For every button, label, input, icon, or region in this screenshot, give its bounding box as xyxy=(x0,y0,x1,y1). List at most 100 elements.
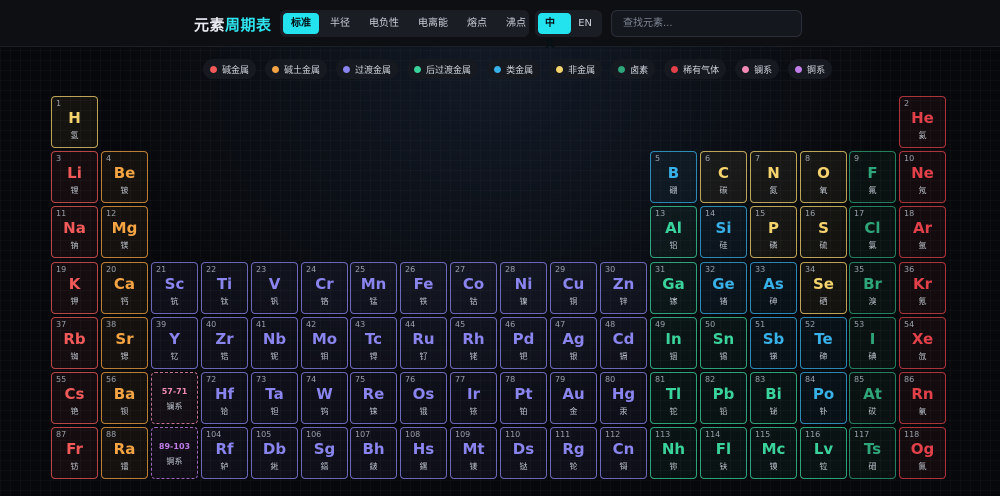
mode-button-melting-point[interactable]: 熔点 xyxy=(459,13,495,34)
element-cell-ir[interactable]: 77 Ir 铱 xyxy=(450,372,497,424)
element-cell-ra[interactable]: 88 Ra 镭 xyxy=(101,427,148,479)
element-cell-po[interactable]: 84 Po 钋 xyxy=(800,372,847,424)
element-cell-nb[interactable]: 41 Nb 铌 xyxy=(251,317,298,369)
element-cell-db[interactable]: 105 Db 𨧀 xyxy=(251,427,298,479)
lang-button-en[interactable]: EN xyxy=(571,13,599,34)
element-cell-sg[interactable]: 106 Sg 𨭎 xyxy=(301,427,348,479)
element-cell-c[interactable]: 6C碳 xyxy=(700,151,747,203)
element-cell-mn[interactable]: 25 Mn 锰 xyxy=(350,262,397,314)
element-cell-li[interactable]: 3 Li 锂 xyxy=(51,151,98,203)
element-cell-tc[interactable]: 43 Tc 锝 xyxy=(350,317,397,369)
element-cell-mc[interactable]: 115 Mc 镆 xyxy=(750,427,797,479)
legend-item-noble-gas[interactable]: 稀有气体 xyxy=(664,59,727,79)
element-cell-hf[interactable]: 72 Hf 铪 xyxy=(201,372,248,424)
element-cell-au[interactable]: 79 Au 金 xyxy=(550,372,597,424)
element-cell-cs[interactable]: 55 Cs 铯 xyxy=(51,372,98,424)
element-cell-as[interactable]: 33 As 砷 xyxy=(750,262,797,314)
element-cell-s[interactable]: 16 S 硫 xyxy=(800,206,847,258)
element-cell-cl[interactable]: 17 Cl 氯 xyxy=(849,206,896,258)
element-cell-sn[interactable]: 50 Sn 锡 xyxy=(700,317,747,369)
element-cell-mt[interactable]: 109 Mt 鿏 xyxy=(450,427,497,479)
element-cell-os[interactable]: 76 Os 锇 xyxy=(400,372,447,424)
element-cell-rf[interactable]: 104 Rf 轳 xyxy=(201,427,248,479)
element-cell-rn[interactable]: 86 Rn 氡 xyxy=(899,372,946,424)
legend-item-metalloid[interactable]: 类金属 xyxy=(487,59,541,79)
element-cell-y[interactable]: 39 Y 钇 xyxy=(151,317,198,369)
element-cell-ne[interactable]: 10 Ne 氖 xyxy=(899,151,946,203)
element-cell-cd[interactable]: 48 Cd 镉 xyxy=(600,317,647,369)
series-placeholder-lanthanide[interactable]: 57-71 镧系 xyxy=(151,372,198,424)
element-cell-ca[interactable]: 20 Ca 钙 xyxy=(101,262,148,314)
legend-item-transition-metal[interactable]: 过渡金属 xyxy=(336,59,399,79)
element-cell-kr[interactable]: 36 Kr 氪 xyxy=(899,262,946,314)
element-cell-og[interactable]: 118 Og 鿫 xyxy=(899,427,946,479)
element-cell-zn[interactable]: 30 Zn 锌 xyxy=(600,262,647,314)
element-cell-ga[interactable]: 31 Ga 镓 xyxy=(650,262,697,314)
element-cell-in[interactable]: 49 In 铟 xyxy=(650,317,697,369)
element-cell-lv[interactable]: 116 Lv 𫟷 xyxy=(800,427,847,479)
element-cell-nh[interactable]: 113 Nh 鿭 xyxy=(650,427,697,479)
mode-button-ionization-energy[interactable]: 电离能 xyxy=(410,13,456,34)
element-cell-si[interactable]: 14 Si 硅 xyxy=(700,206,747,258)
element-cell-ti[interactable]: 22 Ti 钛 xyxy=(201,262,248,314)
element-search-input[interactable] xyxy=(611,10,802,37)
element-cell-f[interactable]: 9F氟 xyxy=(849,151,896,203)
element-cell-cn[interactable]: 112 Cn 鿔 xyxy=(600,427,647,479)
element-cell-mg[interactable]: 12 Mg 镁 xyxy=(101,206,148,258)
mode-button-standard[interactable]: 标准 xyxy=(283,13,319,34)
element-cell-ni[interactable]: 28 Ni 镍 xyxy=(500,262,547,314)
element-cell-hg[interactable]: 80 Hg 汞 xyxy=(600,372,647,424)
element-cell-he[interactable]: 2 He 氦 xyxy=(899,96,946,148)
element-cell-al[interactable]: 13 Al 铝 xyxy=(650,206,697,258)
legend-item-halogen[interactable]: 卤素 xyxy=(611,59,656,79)
element-cell-sr[interactable]: 38 Sr 锶 xyxy=(101,317,148,369)
element-cell-se[interactable]: 34 Se 硒 xyxy=(800,262,847,314)
element-cell-ar[interactable]: 18 Ar 氩 xyxy=(899,206,946,258)
element-cell-mo[interactable]: 42 Mo 钼 xyxy=(301,317,348,369)
element-cell-pt[interactable]: 78 Pt 铂 xyxy=(500,372,547,424)
element-cell-w[interactable]: 74 W 钨 xyxy=(301,372,348,424)
element-cell-sc[interactable]: 21 Sc 钪 xyxy=(151,262,198,314)
element-cell-hs[interactable]: 108 Hs 𨭆 xyxy=(400,427,447,479)
element-cell-rh[interactable]: 45 Rh 铑 xyxy=(450,317,497,369)
legend-item-alkaline-earth[interactable]: 碱土金属 xyxy=(265,59,328,79)
series-placeholder-actinide[interactable]: 89-103 锕系 xyxy=(151,427,198,479)
element-cell-zr[interactable]: 40 Zr 锆 xyxy=(201,317,248,369)
element-cell-h[interactable]: 1H氢 xyxy=(51,96,98,148)
element-cell-co[interactable]: 27 Co 钴 xyxy=(450,262,497,314)
element-cell-n[interactable]: 7N氮 xyxy=(750,151,797,203)
element-cell-ag[interactable]: 47 Ag 银 xyxy=(550,317,597,369)
element-cell-pd[interactable]: 46 Pd 钯 xyxy=(500,317,547,369)
element-cell-p[interactable]: 15 P 磷 xyxy=(750,206,797,258)
legend-item-lanthanide[interactable]: 镧系 xyxy=(735,59,780,79)
mode-button-electronegativity[interactable]: 电负性 xyxy=(361,13,407,34)
mode-button-boiling-point[interactable]: 沸点 xyxy=(498,13,534,34)
element-cell-cu[interactable]: 29 Cu 铜 xyxy=(550,262,597,314)
element-cell-ta[interactable]: 73 Ta 钽 xyxy=(251,372,298,424)
element-cell-ds[interactable]: 110 Ds 𫟼 xyxy=(500,427,547,479)
lang-button-zh[interactable]: 中文 xyxy=(538,13,572,50)
element-cell-rb[interactable]: 37 Rb 铷 xyxy=(51,317,98,369)
element-cell-bi[interactable]: 83 Bi 铋 xyxy=(750,372,797,424)
element-cell-o[interactable]: 8O氧 xyxy=(800,151,847,203)
element-cell-v[interactable]: 23 V 钒 xyxy=(251,262,298,314)
element-cell-na[interactable]: 11 Na 钠 xyxy=(51,206,98,258)
element-cell-at[interactable]: 85 At 砹 xyxy=(849,372,896,424)
element-cell-fe[interactable]: 26 Fe 铁 xyxy=(400,262,447,314)
element-cell-i[interactable]: 53 I 碘 xyxy=(849,317,896,369)
element-cell-fl[interactable]: 114 Fl 𫓧 xyxy=(700,427,747,479)
legend-item-alkali-metal[interactable]: 碱金属 xyxy=(203,59,257,79)
element-cell-ts[interactable]: 117 Ts 鿬 xyxy=(849,427,896,479)
element-cell-cr[interactable]: 24 Cr 铬 xyxy=(301,262,348,314)
element-cell-k[interactable]: 19 K 钾 xyxy=(51,262,98,314)
legend-item-nonmetal[interactable]: 非金属 xyxy=(549,59,603,79)
element-cell-b[interactable]: 5B硼 xyxy=(650,151,697,203)
element-cell-br[interactable]: 35 Br 溴 xyxy=(849,262,896,314)
element-cell-ba[interactable]: 56 Ba 钡 xyxy=(101,372,148,424)
element-cell-te[interactable]: 52 Te 碲 xyxy=(800,317,847,369)
mode-button-radius[interactable]: 半径 xyxy=(322,13,358,34)
element-cell-tl[interactable]: 81 Tl 铊 xyxy=(650,372,697,424)
element-cell-ge[interactable]: 32 Ge 锗 xyxy=(700,262,747,314)
element-cell-be[interactable]: 4 Be 铍 xyxy=(101,151,148,203)
legend-item-post-transition[interactable]: 后过渡金属 xyxy=(407,59,479,79)
